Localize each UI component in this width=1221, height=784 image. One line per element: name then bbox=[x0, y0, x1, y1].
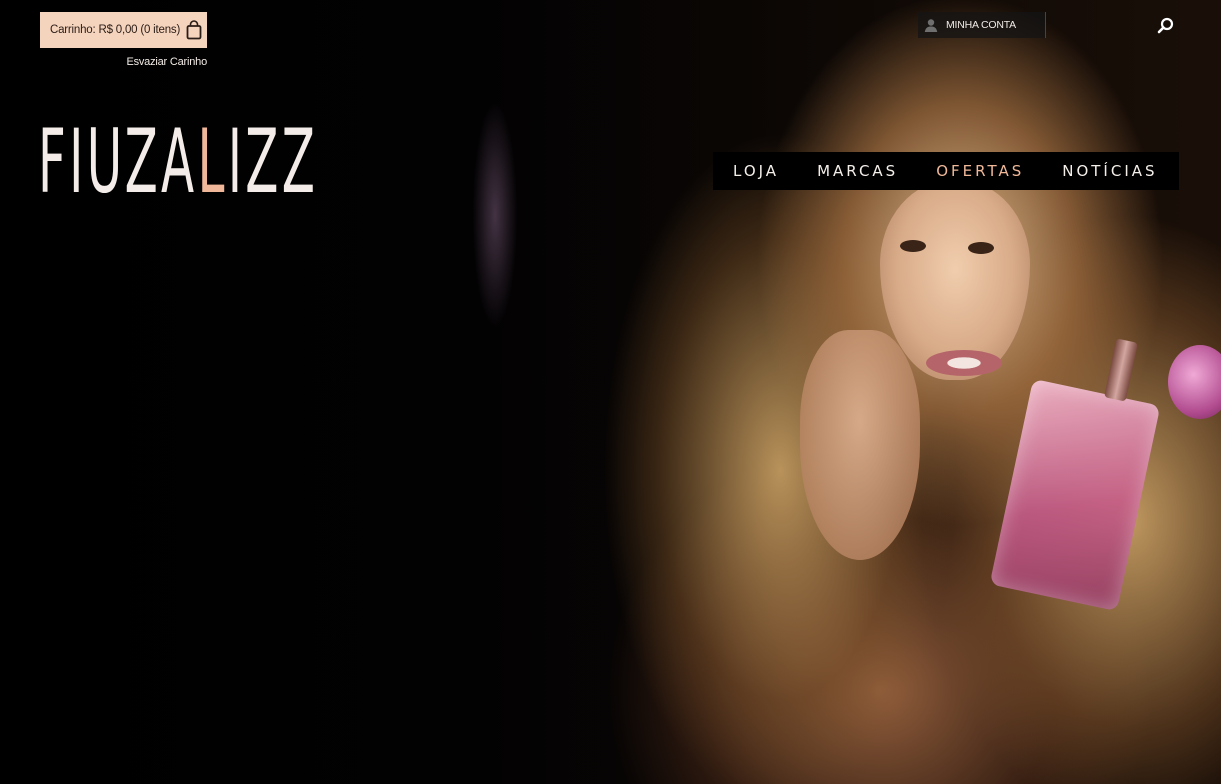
shopping-bag-icon bbox=[186, 20, 202, 40]
cart-summary: Carrinho: R$ 0,00 (0 itens) bbox=[50, 24, 181, 36]
search-button[interactable] bbox=[1156, 16, 1176, 36]
user-icon bbox=[924, 18, 938, 32]
nav-item-loja[interactable]: LOJA bbox=[733, 162, 779, 180]
hero-eye-right bbox=[968, 242, 994, 254]
search-icon bbox=[1156, 17, 1176, 40]
nav-item-ofertas[interactable]: OFERTAS bbox=[936, 162, 1024, 180]
hero-eye-left bbox=[900, 240, 926, 252]
logo-text-accent: L bbox=[197, 110, 228, 213]
hero-lips bbox=[926, 350, 1002, 376]
my-account-label: MINHA CONTA bbox=[946, 19, 1016, 31]
logo-text-2: IZZ bbox=[227, 110, 319, 213]
hero-hand bbox=[800, 330, 920, 560]
perfume-bottle-cap bbox=[1104, 338, 1138, 402]
cart-button[interactable]: Carrinho: R$ 0,00 (0 itens) bbox=[40, 12, 207, 48]
nav-item-noticias[interactable]: NOTÍCIAS bbox=[1062, 162, 1157, 180]
my-account-button[interactable]: MINHA CONTA bbox=[918, 12, 1046, 38]
nav-item-marcas[interactable]: MARCAS bbox=[817, 162, 898, 180]
main-nav: LOJA MARCAS OFERTAS NOTÍCIAS bbox=[713, 152, 1179, 190]
site-logo[interactable]: FIUZALIZZ bbox=[38, 118, 318, 206]
perfume-bottle bbox=[989, 378, 1161, 612]
logo-text-1: FIUZA bbox=[38, 110, 198, 213]
page: Carrinho: R$ 0,00 (0 itens) Esvaziar Car… bbox=[0, 0, 1221, 784]
perfume-atomizer bbox=[1168, 345, 1221, 419]
empty-cart-link[interactable]: Esvaziar Carinho bbox=[40, 56, 207, 68]
